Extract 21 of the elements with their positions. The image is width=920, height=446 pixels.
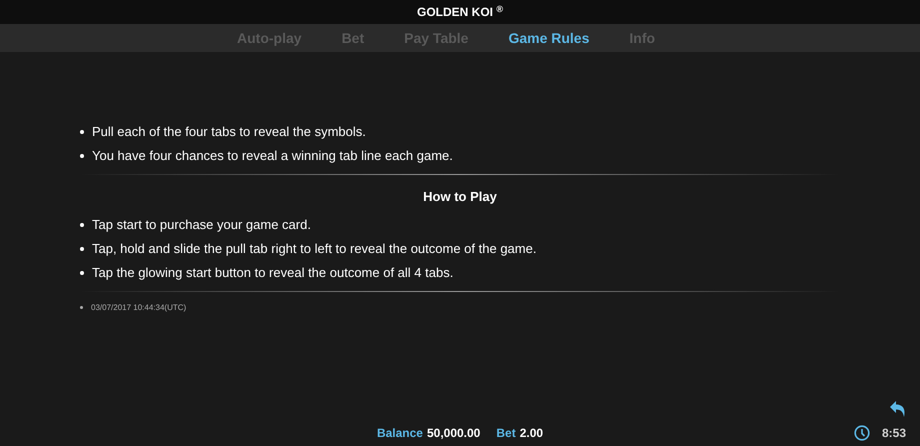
balance-label: Balance (376, 425, 423, 442)
bullet-icon (80, 306, 83, 309)
bullet-icon (80, 154, 84, 158)
window-title: GOLDEN KOI $^{®}$ (417, 3, 503, 21)
bullet-icon (80, 246, 84, 250)
rule-text: Tap the glowing start button to reveal the outcome of all 4 tabs. (92, 264, 454, 282)
rule-text: Pull each of the four tabs to reveal the symbols. (92, 123, 366, 142)
section-heading: How to Play (423, 188, 497, 206)
bullet-icon (80, 222, 84, 226)
rule-text: Tap start to purchase your game card. (92, 216, 311, 234)
tab[interactable]: Game Rules (508, 28, 590, 48)
bullet-icon (80, 130, 84, 134)
bet-value: 2.00 (520, 425, 544, 442)
rule-text: Tap, hold and slide the pull tab right to left to reveal the outcome of the game. (92, 240, 536, 258)
bet-label: Bet (496, 425, 516, 442)
clock-icon (854, 425, 870, 441)
bullet-icon (80, 270, 84, 274)
clock-time: 8:53 (882, 425, 906, 442)
timestamp: 03/07/2017 10:44:34(UTC) (91, 302, 186, 314)
balance-value: 50,000.00 (426, 425, 480, 442)
rule-text: You have four chances to reveal a winning tab line each game. (92, 147, 453, 166)
